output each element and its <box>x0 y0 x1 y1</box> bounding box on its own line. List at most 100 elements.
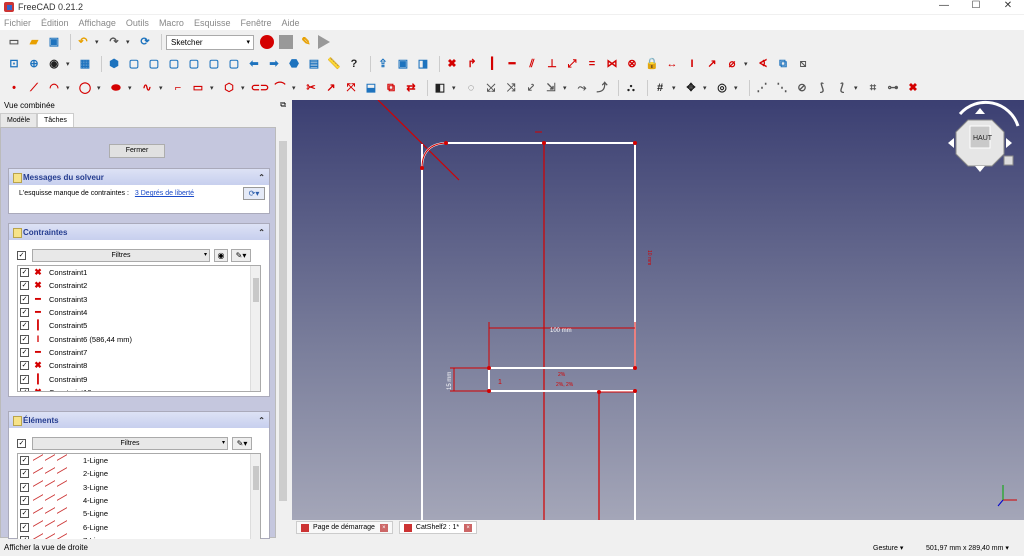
navigate-forward-icon[interactable]: ➡ <box>266 56 282 72</box>
select-conflicting-icon[interactable]: ◌ <box>463 80 479 96</box>
circle-icon[interactable]: ◯ <box>77 80 93 96</box>
run-macro-icon[interactable] <box>318 35 330 49</box>
minimize-button[interactable]: — <box>928 0 960 14</box>
arc-icon[interactable]: ◠ <box>46 80 62 96</box>
angle-constraint-icon[interactable]: ∢ <box>755 56 771 72</box>
constraint-row[interactable]: ✓ ✖ Constraint10 <box>18 386 260 391</box>
constraint-checkbox[interactable]: ✓ <box>20 321 29 331</box>
panel-scrollbar[interactable] <box>276 127 290 538</box>
coincident-constraint-icon[interactable]: ✖ <box>444 56 460 72</box>
rectangle-icon[interactable]: ▭ <box>190 80 206 96</box>
vertex-point[interactable] <box>633 366 637 370</box>
equal-constraint-icon[interactable]: = <box>584 56 600 72</box>
collapse-icon[interactable]: ⌃ <box>258 228 265 237</box>
snap-grid-icon[interactable]: ✥ <box>683 80 699 96</box>
constraint-row[interactable]: ✓ ━ Constraint4 <box>18 306 260 319</box>
constraint-checkbox[interactable]: ✓ <box>20 334 29 344</box>
point-on-object-icon[interactable]: ↱ <box>464 56 480 72</box>
horizontal-constraint-icon[interactable]: ━ <box>504 56 520 72</box>
block-constraint-icon[interactable]: ⊗ <box>624 56 640 72</box>
rectangle-dropdown-icon[interactable]: ▾ <box>210 84 218 92</box>
right-view-icon[interactable]: ▢ <box>166 56 182 72</box>
vertex-point[interactable] <box>633 141 637 145</box>
symmetry-icon[interactable]: ⤩ <box>483 80 499 96</box>
refresh-icon[interactable]: ⟳ <box>137 34 153 50</box>
slot-icon[interactable]: ⊂⊃ <box>251 80 269 96</box>
element-row[interactable]: ✓ 5-Ligne <box>18 506 260 521</box>
menu-fenetre[interactable]: Fenêtre <box>240 18 271 28</box>
draw-style-dropdown-icon[interactable]: ▾ <box>66 60 74 68</box>
move-dropdown-icon[interactable]: ▾ <box>563 84 571 92</box>
element-row[interactable]: ✓ 4-Ligne <box>18 493 260 508</box>
maximize-button[interactable]: ☐ <box>960 0 992 14</box>
menu-aide[interactable]: Aide <box>282 18 300 28</box>
restore-internal-icon[interactable]: ⊶ <box>885 80 901 96</box>
close-tab-icon[interactable]: × <box>464 523 473 532</box>
point-icon[interactable]: • <box>6 80 22 96</box>
constraint-checkbox[interactable]: ✓ <box>20 387 29 391</box>
elements-section-header[interactable]: Éléments ⌃ <box>9 412 269 428</box>
undock-icon[interactable]: ⧉ <box>280 100 286 110</box>
bounding-box-icon[interactable]: ▦ <box>77 56 93 72</box>
view-section-icon[interactable]: ◨ <box>415 56 431 72</box>
vertex-point[interactable] <box>597 390 601 394</box>
close-button[interactable]: ✕ <box>992 0 1024 14</box>
bspline-tools-icon[interactable]: ◧ <box>432 80 448 96</box>
left-view-icon[interactable]: ▢ <box>226 56 242 72</box>
nav-arrow-down-icon[interactable] <box>975 166 985 172</box>
constraint-row[interactable]: ✓ ✖ Constraint1 <box>18 266 260 279</box>
tab-catshelf2[interactable]: CatShelf2 : 1* × <box>398 521 478 534</box>
element-checkbox[interactable]: ✓ <box>20 482 29 492</box>
measure-icon[interactable]: 📏 <box>326 56 342 72</box>
constraint-row[interactable]: ✓ ━ Constraint7 <box>18 346 260 359</box>
elements-scrollbar[interactable] <box>250 454 260 539</box>
clone-icon[interactable]: ⤨ <box>503 80 519 96</box>
select-all-checkbox[interactable]: ✓ <box>17 438 26 448</box>
nav-arrow-left-icon[interactable] <box>948 138 954 148</box>
zoom-fit-icon[interactable]: ⊡ <box>6 56 22 72</box>
fillet-icon[interactable]: ⌒ <box>272 80 288 96</box>
workbench-selector[interactable]: Sketcher ▾ <box>166 34 254 50</box>
tab-modele[interactable]: Modèle <box>0 113 37 127</box>
move-icon[interactable]: ⇲ <box>543 80 559 96</box>
perpendicular-constraint-icon[interactable]: ⊥ <box>544 56 560 72</box>
element-row[interactable]: ✓ 1-Ligne <box>18 454 260 468</box>
element-checkbox[interactable]: ✓ <box>20 456 29 466</box>
bspline-icon[interactable]: ∿ <box>139 80 155 96</box>
redo-icon[interactable]: ↷ <box>106 34 122 50</box>
vertical-constraint-icon[interactable]: ┃ <box>484 56 500 72</box>
horizontal-distance-icon[interactable]: ↔ <box>664 56 680 72</box>
vertex-point[interactable] <box>444 141 448 145</box>
delete-geometry-icon[interactable]: ⤴ <box>594 80 610 96</box>
macro-editor-icon[interactable]: ✎ <box>298 34 314 50</box>
nav-cube-menu-icon[interactable] <box>1003 155 1014 166</box>
array-icon[interactable]: ⤳ <box>574 80 590 96</box>
nav-arrow-up-icon[interactable] <box>975 108 985 114</box>
constraint-row[interactable]: ✓ ✖ Constraint8 <box>18 359 260 372</box>
rear-view-icon[interactable]: ▢ <box>186 56 202 72</box>
save-icon[interactable]: ▣ <box>46 34 62 50</box>
construction-line[interactable] <box>377 100 460 181</box>
undo-icon[interactable]: ↶ <box>75 34 91 50</box>
std-group-icon[interactable]: ▤ <box>306 56 322 72</box>
carbon-copy-icon[interactable]: ⧉ <box>383 80 399 96</box>
tangent-constraint-icon[interactable]: ⤢ <box>564 56 580 72</box>
vertex-point[interactable] <box>487 389 491 393</box>
scrollbar-thumb[interactable] <box>253 466 259 490</box>
navigation-cube[interactable]: HAUT <box>948 100 1020 172</box>
3d-view[interactable]: 100 mm 15 mm 1 2% 2%, 2% 10 mm HAUT <box>292 100 1024 520</box>
open-folder-icon[interactable]: ▰ <box>26 34 42 50</box>
construction-mode-icon[interactable]: ⇄ <box>403 80 419 96</box>
front-view-icon[interactable]: ▢ <box>126 56 142 72</box>
trim-icon[interactable]: ✂ <box>303 80 319 96</box>
stop-macro-icon[interactable] <box>279 35 293 49</box>
constraint-checkbox[interactable]: ✓ <box>20 361 29 371</box>
collapse-icon[interactable]: ⌃ <box>258 173 265 182</box>
fillet-dropdown-icon[interactable]: ▾ <box>292 84 300 92</box>
line-icon[interactable]: ⟋ <box>26 80 42 96</box>
redo-dropdown-icon[interactable]: ▾ <box>126 38 134 46</box>
bspline-tools-dropdown-icon[interactable]: ▾ <box>452 84 460 92</box>
constraint-checkbox[interactable]: ✓ <box>20 374 29 384</box>
constraint-row[interactable]: ✓ ✖ Constraint2 <box>18 279 260 292</box>
sketch-canvas[interactable]: 100 mm 15 mm 1 2% 2%, 2% 10 mm HAUT <box>292 100 1024 520</box>
